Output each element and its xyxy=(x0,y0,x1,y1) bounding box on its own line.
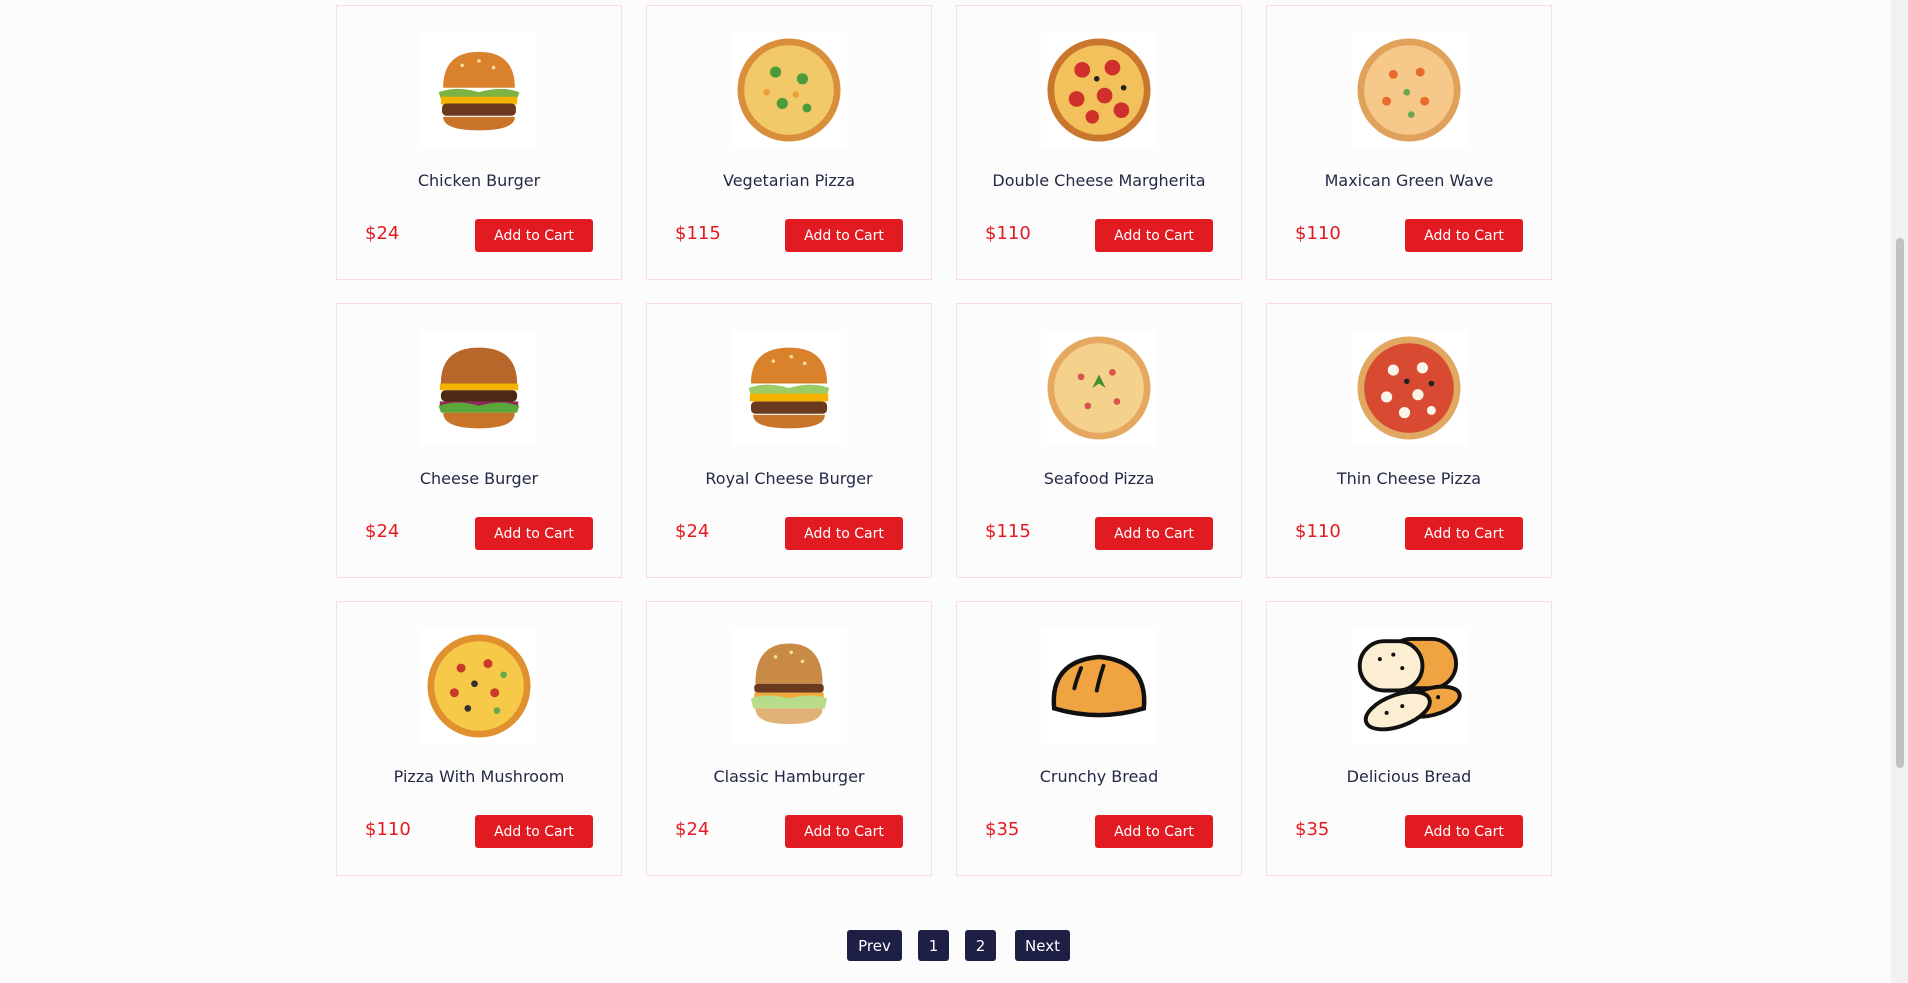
product-image[interactable] xyxy=(1041,628,1157,744)
product-price: $24 xyxy=(365,223,400,244)
product-image[interactable] xyxy=(1351,628,1467,744)
add-to-cart-button[interactable]: Add to Cart xyxy=(785,219,903,252)
product-image[interactable] xyxy=(421,628,537,744)
pizza-icon xyxy=(1047,38,1151,142)
product-card: Delicious Bread $35 Add to Cart xyxy=(1266,601,1552,876)
add-to-cart-button[interactable]: Add to Cart xyxy=(785,517,903,550)
prev-page-button[interactable]: Prev xyxy=(847,930,902,961)
product-price: $35 xyxy=(985,819,1020,840)
product-price: $24 xyxy=(675,819,710,840)
product-card: Classic Hamburger $24 Add to Cart xyxy=(646,601,932,876)
burger-icon xyxy=(438,347,520,429)
product-name: Vegetarian Pizza xyxy=(722,171,856,190)
product-card: Vegetarian Pizza $115 Add to Cart xyxy=(646,5,932,280)
pizza-icon xyxy=(1357,336,1461,440)
page-1-button[interactable]: 1 xyxy=(918,930,949,961)
bread-slices-icon xyxy=(1357,637,1462,732)
product-name: Delicious Bread xyxy=(1346,767,1472,786)
product-card: Seafood Pizza $115 Add to Cart xyxy=(956,303,1242,578)
add-to-cart-button[interactable]: Add to Cart xyxy=(1095,517,1213,550)
add-to-cart-button[interactable]: Add to Cart xyxy=(475,219,593,252)
add-to-cart-button[interactable]: Add to Cart xyxy=(475,815,593,848)
pizza-icon xyxy=(427,634,531,738)
product-image[interactable] xyxy=(731,330,847,446)
product-price: $110 xyxy=(985,223,1031,244)
add-to-cart-button[interactable]: Add to Cart xyxy=(1095,219,1213,252)
product-price: $110 xyxy=(365,819,411,840)
product-price: $115 xyxy=(985,521,1031,542)
burger-icon xyxy=(438,51,520,131)
product-grid: Chicken Burger $24 Add to Cart Vegetaria… xyxy=(336,5,1552,876)
product-name: Chicken Burger xyxy=(417,171,541,190)
product-image[interactable] xyxy=(1041,32,1157,148)
add-to-cart-button[interactable]: Add to Cart xyxy=(1405,219,1523,252)
add-to-cart-button[interactable]: Add to Cart xyxy=(1405,815,1523,848)
product-card: Royal Cheese Burger $24 Add to Cart xyxy=(646,303,932,578)
product-name: Crunchy Bread xyxy=(1039,767,1159,786)
scrollbar-thumb[interactable] xyxy=(1896,238,1904,768)
product-name: Royal Cheese Burger xyxy=(705,469,873,488)
pizza-icon xyxy=(737,38,841,142)
scrollbar[interactable] xyxy=(1891,0,1908,983)
add-to-cart-button[interactable]: Add to Cart xyxy=(475,517,593,550)
burger-icon xyxy=(750,643,828,725)
product-card: Maxican Green Wave $110 Add to Cart xyxy=(1266,5,1552,280)
product-name: Pizza With Mushroom xyxy=(393,767,565,786)
add-to-cart-button[interactable]: Add to Cart xyxy=(1405,517,1523,550)
page-2-button[interactable]: 2 xyxy=(965,930,996,961)
add-to-cart-button[interactable]: Add to Cart xyxy=(785,815,903,848)
next-page-button[interactable]: Next xyxy=(1015,930,1070,961)
product-price: $110 xyxy=(1295,521,1341,542)
product-price: $110 xyxy=(1295,223,1341,244)
product-image[interactable] xyxy=(421,32,537,148)
add-to-cart-button[interactable]: Add to Cart xyxy=(1095,815,1213,848)
product-name: Double Cheese Margherita xyxy=(992,171,1206,190)
product-name: Cheese Burger xyxy=(419,469,539,488)
product-card: Crunchy Bread $35 Add to Cart xyxy=(956,601,1242,876)
product-image[interactable] xyxy=(1351,32,1467,148)
product-card: Thin Cheese Pizza $110 Add to Cart xyxy=(1266,303,1552,578)
burger-icon xyxy=(748,347,830,429)
product-price: $115 xyxy=(675,223,721,244)
product-image[interactable] xyxy=(731,628,847,744)
product-name: Thin Cheese Pizza xyxy=(1336,469,1482,488)
product-image[interactable] xyxy=(1351,330,1467,446)
product-price: $24 xyxy=(365,521,400,542)
product-price: $35 xyxy=(1295,819,1330,840)
product-image[interactable] xyxy=(731,32,847,148)
product-card: Chicken Burger $24 Add to Cart xyxy=(336,5,622,280)
product-card: Double Cheese Margherita $110 Add to Car… xyxy=(956,5,1242,280)
product-name: Maxican Green Wave xyxy=(1324,171,1494,190)
product-card: Cheese Burger $24 Add to Cart xyxy=(336,303,622,578)
product-image[interactable] xyxy=(421,330,537,446)
bread-icon xyxy=(1051,654,1147,718)
product-card: Pizza With Mushroom $110 Add to Cart xyxy=(336,601,622,876)
product-name: Classic Hamburger xyxy=(713,767,865,786)
pizza-icon xyxy=(1047,336,1151,440)
product-price: $24 xyxy=(675,521,710,542)
pizza-icon xyxy=(1357,38,1461,142)
product-image[interactable] xyxy=(1041,330,1157,446)
product-name: Seafood Pizza xyxy=(1043,469,1155,488)
